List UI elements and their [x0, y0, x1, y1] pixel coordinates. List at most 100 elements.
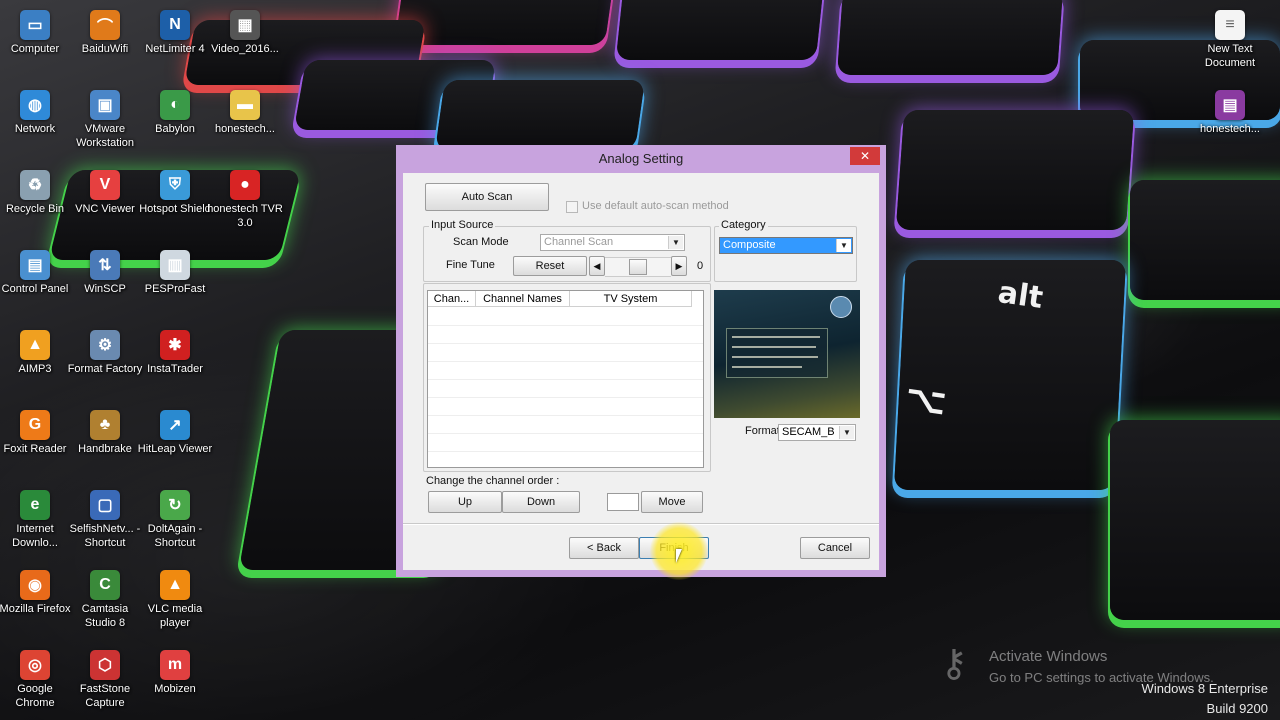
cancel-button[interactable]: Cancel	[800, 537, 870, 559]
desktop-icon[interactable]: ▤ Control Panel	[0, 244, 73, 296]
desktop-icon[interactable]: ▲ VLC media player	[137, 564, 213, 630]
desktop-icon[interactable]: m Mobizen	[137, 644, 213, 696]
format-factory-icon: ⚙	[90, 330, 120, 360]
desktop-icon[interactable]: G Foxit Reader	[0, 404, 73, 456]
finish-button[interactable]: Finish	[639, 537, 709, 559]
fine-tune-slider-thumb[interactable]	[629, 259, 647, 275]
desktop-icon-label: honestech...	[215, 123, 275, 135]
fine-tune-value: 0	[697, 260, 704, 272]
analog-setting-dialog: Analog Setting ✕ Auto Scan Use default a…	[396, 145, 886, 577]
scan-mode-select[interactable]: Channel Scan ▼	[540, 234, 685, 251]
column-header-channel[interactable]: Chan...	[428, 291, 476, 307]
desktop-icon[interactable]: ≡ New Text Document	[1192, 4, 1268, 70]
desktop-icon[interactable]: ⬡ FastStone Capture	[67, 644, 143, 710]
desktop-icon[interactable]: ◎ Google Chrome	[0, 644, 73, 710]
faststone-capture-icon: ⬡	[90, 650, 120, 680]
move-position-input[interactable]	[607, 493, 639, 511]
desktop-icon-label: SelfishNetv... - Shortcut	[69, 523, 141, 549]
desktop-icon-label: Video_2016...	[211, 43, 279, 55]
desktop-icon[interactable]: ▬ honestech...	[207, 84, 283, 136]
desktop-icon[interactable]: ◉ Mozilla Firefox	[0, 564, 73, 616]
desktop-icon[interactable]: ▦ Video_2016...	[207, 4, 283, 56]
dialog-titlebar[interactable]: Analog Setting ✕	[396, 145, 886, 173]
back-button[interactable]: < Back	[569, 537, 639, 559]
fine-tune-slider[interactable]	[605, 257, 671, 277]
desktop-icon[interactable]: ♣ Handbrake	[67, 404, 143, 456]
desktop-icon[interactable]: N NetLimiter 4	[137, 4, 213, 56]
desktop-icon[interactable]: C Camtasia Studio 8	[67, 564, 143, 630]
column-header-channel-names[interactable]: Channel Names	[476, 291, 570, 307]
vlc-icon: ▲	[160, 570, 190, 600]
internet-download-manager-icon: e	[20, 490, 50, 520]
fine-tune-right-button[interactable]: ▶	[671, 256, 687, 276]
chevron-down-icon: ▼	[839, 426, 854, 439]
category-group	[714, 226, 857, 282]
desktop-icon[interactable]: ◐ Babylon	[137, 84, 213, 136]
desktop-icon[interactable]: ↗ HitLeap Viewer	[137, 404, 213, 456]
desktop-icon[interactable]: ⛨ Hotspot Shield	[137, 164, 213, 216]
desktop-icon[interactable]: ◍ Network	[0, 84, 73, 136]
control-panel-icon: ▤	[20, 250, 50, 280]
fine-tune-label: Fine Tune	[446, 259, 495, 271]
desktop-icon-label: Format Factory	[67, 363, 143, 375]
desktop-icon-label: Babylon	[155, 123, 195, 135]
desktop-icon[interactable]: ▤ honestech...	[1192, 84, 1268, 136]
up-button[interactable]: Up	[428, 491, 502, 513]
desktop-icon-label: honestech...	[1200, 123, 1260, 135]
input-source-label: Input Source	[429, 219, 496, 231]
desktop-icon-label: Handbrake	[78, 443, 132, 455]
format-label: Format	[745, 425, 780, 437]
vmware-icon: ▣	[90, 90, 120, 120]
network-icon: ◍	[20, 90, 50, 120]
reset-button[interactable]: Reset	[513, 256, 587, 276]
down-button[interactable]: Down	[502, 491, 580, 513]
column-header-tv-system[interactable]: TV System	[570, 291, 692, 307]
selfishnet-icon: ▢	[90, 490, 120, 520]
computer-icon: ▭	[20, 10, 50, 40]
desktop-icon[interactable]: ♻ Recycle Bin	[0, 164, 73, 216]
desktop-icon-label: WinSCP	[84, 283, 126, 295]
channel-list[interactable]: Chan... Channel Names TV System	[427, 290, 704, 468]
desktop-icon-label: BaiduWifi	[81, 43, 129, 55]
handbrake-icon: ♣	[90, 410, 120, 440]
desktop-icon-label: Google Chrome	[15, 683, 55, 709]
chrome-icon: ◎	[20, 650, 50, 680]
desktop-icon[interactable]: V VNC Viewer	[67, 164, 143, 216]
desktop-icon[interactable]: ▲ AIMP3	[0, 324, 73, 376]
desktop-icon[interactable]: ⇅ WinSCP	[67, 244, 143, 296]
honestech-tvr-icon: ●	[230, 170, 260, 200]
pesprofast-icon: ▥	[160, 250, 190, 280]
winscp-icon: ⇅	[90, 250, 120, 280]
recycle-bin-icon: ♻	[20, 170, 50, 200]
vnc-viewer-icon: V	[90, 170, 120, 200]
desktop-icon-label: honestech TVR 3.0	[207, 203, 283, 229]
desktop-icon[interactable]: ▢ SelfishNetv... - Shortcut	[67, 484, 143, 550]
desktop-icon[interactable]: ▥ PESProFast	[137, 244, 213, 296]
default-method-checkbox[interactable]	[566, 201, 578, 213]
dialog-client-area: Auto Scan Use default auto-scan method I…	[403, 173, 879, 570]
desktop-icon[interactable]: e Internet Downlo...	[0, 484, 73, 550]
desktop-icon[interactable]: ▭ Computer	[0, 4, 73, 56]
desktop-icon-label: AIMP3	[18, 363, 52, 375]
arrow-left-icon: ◀	[593, 261, 601, 271]
category-select[interactable]: Composite ▼	[719, 237, 853, 254]
aimp3-icon: ▲	[20, 330, 50, 360]
desktop-icon[interactable]: ⌒ BaiduWifi	[67, 4, 143, 56]
desktop-icon-label: PESProFast	[144, 283, 206, 295]
doitagain-icon: ↻	[160, 490, 190, 520]
format-select[interactable]: SECAM_B ▼	[778, 424, 856, 441]
auto-scan-button[interactable]: Auto Scan	[425, 183, 549, 211]
desktop-icon[interactable]: ✱ InstaTrader	[137, 324, 213, 376]
close-button[interactable]: ✕	[850, 147, 880, 165]
mobizen-icon: m	[160, 650, 190, 680]
desktop-icon[interactable]: ↻ DoltAgain - Shortcut	[137, 484, 213, 550]
move-button[interactable]: Move	[641, 491, 703, 513]
desktop-icon[interactable]: ● honestech TVR 3.0	[207, 164, 283, 230]
foxit-reader-icon: G	[20, 410, 50, 440]
desktop-icon-label: Hotspot Shield	[139, 203, 211, 215]
chevron-down-icon: ▼	[668, 236, 683, 249]
fine-tune-left-button[interactable]: ◀	[589, 256, 605, 276]
option-key-glyph: ⌥	[902, 377, 950, 424]
desktop-icon[interactable]: ⚙ Format Factory	[67, 324, 143, 376]
desktop-icon[interactable]: ▣ VMware Workstation	[67, 84, 143, 150]
